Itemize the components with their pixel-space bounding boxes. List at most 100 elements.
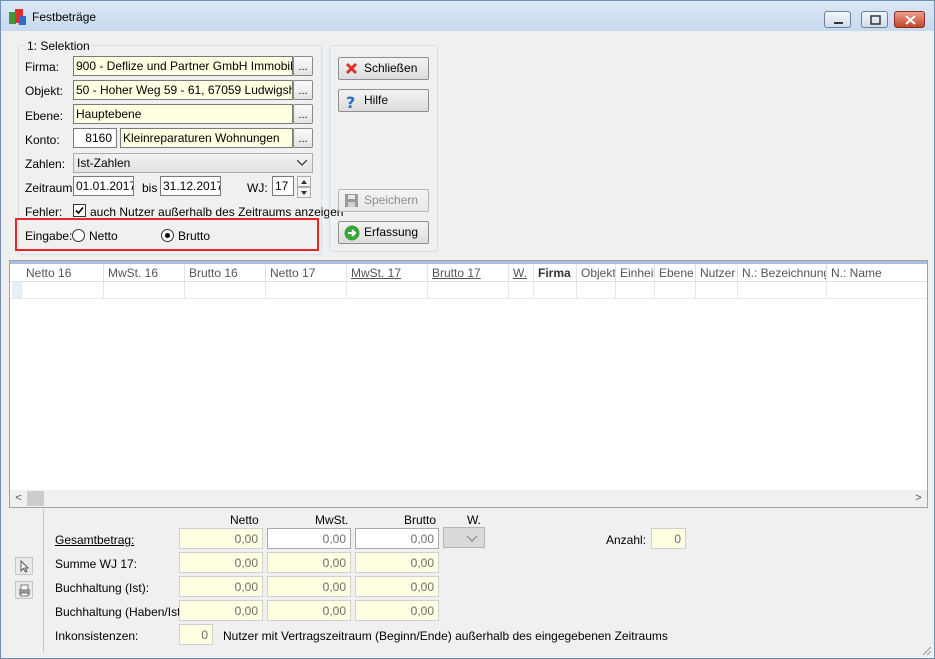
erfassung-button[interactable]: Erfassung (338, 221, 429, 244)
print-tool-button[interactable] (15, 581, 33, 599)
horizontal-scrollbar[interactable]: < > (10, 490, 927, 507)
table-row[interactable] (10, 282, 927, 299)
col-header[interactable]: Objekt (577, 264, 616, 282)
window-title: Festbeträge (32, 10, 97, 24)
radio-brutto[interactable] (161, 229, 174, 242)
scroll-thumb[interactable] (27, 491, 44, 506)
pointer-tool-button[interactable] (15, 557, 33, 575)
table-cell[interactable] (347, 282, 428, 298)
radio-brutto-label[interactable]: Brutto (178, 229, 210, 243)
col-header[interactable]: MwSt. 16 (104, 264, 185, 282)
col-header[interactable]: Nutzer (696, 264, 738, 282)
maximize-button[interactable] (861, 11, 888, 28)
close-window-button[interactable] (894, 11, 925, 28)
konto-name-field[interactable]: Kleinreparaturen Wohnungen (120, 128, 293, 148)
currency-select[interactable] (443, 527, 485, 548)
table-cell[interactable] (616, 282, 655, 298)
col-header[interactable]: Netto 16 (22, 264, 104, 282)
wj-spinner[interactable] (297, 176, 311, 198)
radio-netto-label[interactable]: Netto (89, 229, 118, 243)
radio-netto[interactable] (72, 229, 85, 242)
table-cell[interactable] (655, 282, 696, 298)
objekt-browse-button[interactable]: ... (293, 80, 313, 100)
col-header[interactable]: Brutto 16 (185, 264, 266, 282)
inkonsistenzen-label: Inkonsistenzen: (55, 629, 139, 643)
fehler-checkbox-label[interactable]: auch Nutzer außerhalb des Zeitraums anze… (90, 205, 343, 219)
title-bar[interactable]: Festbeträge (1, 1, 934, 31)
anzahl-label: Anzahl: (606, 533, 647, 547)
zeitraum-label: Zeitraum: (25, 181, 76, 195)
wj-field[interactable]: 17 (272, 176, 294, 196)
objekt-field[interactable]: 50 - Hoher Weg 59 - 61, 67059 Ludwigshaf… (73, 80, 293, 100)
col-header[interactable]: W. (509, 264, 534, 282)
speichern-button[interactable]: Speichern (338, 189, 429, 212)
table-cell[interactable] (266, 282, 347, 298)
ebene-field[interactable]: Hauptebene (73, 104, 293, 124)
zeitraum-from-field[interactable]: 01.01.2017 (73, 176, 134, 196)
minimize-icon (834, 22, 843, 24)
hilfe-button[interactable]: ? Hilfe (338, 89, 429, 112)
table-cell[interactable] (509, 282, 534, 298)
row-selector[interactable] (10, 282, 22, 298)
data-grid[interactable]: Netto 16 MwSt. 16 Brutto 16 Netto 17 MwS… (9, 260, 928, 508)
zahlen-select[interactable]: Ist-Zahlen (73, 153, 313, 173)
table-cell[interactable] (104, 282, 185, 298)
hilfe-label: Hilfe (364, 93, 389, 107)
minimize-button[interactable] (824, 11, 851, 28)
resize-grip-icon[interactable] (920, 644, 932, 656)
table-cell[interactable] (577, 282, 616, 298)
gesamt-mwst-input[interactable]: 0,00 (267, 528, 351, 549)
col-header[interactable]: MwSt. 17 (347, 264, 428, 282)
radio-selected-dot (165, 233, 170, 238)
inkonsistenzen-note: Nutzer mit Vertragszeitraum (Beginn/Ende… (223, 629, 668, 643)
firma-browse-button[interactable]: ... (293, 56, 313, 76)
grid-header: Netto 16 MwSt. 16 Brutto 16 Netto 17 MwS… (10, 261, 927, 282)
bis-label: bis (142, 181, 158, 195)
col-header[interactable]: N.: Name (827, 264, 927, 282)
col-header[interactable]: Brutto 17 (428, 264, 509, 282)
table-cell[interactable] (534, 282, 577, 298)
firma-field[interactable]: 900 - Deflize und Partner GmbH Immobilie… (73, 56, 293, 76)
brutto-header: Brutto (404, 513, 437, 527)
schliessen-button[interactable]: Schließen (338, 57, 429, 80)
chevron-down-icon (297, 160, 307, 166)
gesamt-netto: 0,00 (179, 528, 263, 549)
table-cell[interactable] (185, 282, 266, 298)
table-cell[interactable] (738, 282, 827, 298)
table-cell[interactable] (22, 282, 104, 298)
col-header[interactable]: Ebene (655, 264, 696, 282)
inkonsistenzen-value: 0 (179, 624, 213, 645)
zahlen-value: Ist-Zahlen (77, 156, 131, 170)
wj-up-button[interactable] (297, 176, 311, 187)
table-cell[interactable] (428, 282, 509, 298)
scroll-right-button[interactable]: > (910, 490, 927, 507)
zeitraum-to-field[interactable]: 31.12.2017 (160, 176, 221, 196)
selection-legend: 1: Selektion (25, 39, 92, 53)
arrow-up-icon (301, 180, 307, 184)
konto-browse-button[interactable]: ... (293, 128, 313, 148)
netto-header: Netto (230, 513, 259, 527)
gesamt-brutto-input[interactable]: 0,00 (355, 528, 439, 549)
app-icon (9, 9, 26, 25)
close-icon (905, 15, 916, 25)
table-cell[interactable] (696, 282, 738, 298)
gesamtbetrag-label: Gesamtbetrag: (55, 533, 135, 547)
scroll-left-button[interactable]: < (10, 490, 27, 507)
fehler-checkbox[interactable] (73, 204, 86, 217)
konto-label: Konto: (25, 133, 60, 147)
col-header[interactable]: N.: Bezeichnung (738, 264, 827, 282)
ist-mwst: 0,00 (267, 576, 351, 597)
speichern-label: Speichern (364, 193, 419, 207)
ebene-browse-button[interactable]: ... (293, 104, 313, 124)
col-header[interactable]: Firma (534, 264, 577, 282)
arrow-down-icon (301, 191, 307, 195)
wj-down-button[interactable] (297, 187, 311, 198)
eingabe-label: Eingabe: (25, 229, 73, 243)
mwst-header: MwSt. (315, 513, 349, 527)
summe-mwst: 0,00 (267, 552, 351, 573)
col-header[interactable]: Einheit (616, 264, 655, 282)
summe-brutto: 0,00 (355, 552, 439, 573)
konto-number-field[interactable]: 8160 (73, 128, 117, 148)
wj-label: WJ: (247, 181, 268, 195)
col-header[interactable]: Netto 17 (266, 264, 347, 282)
